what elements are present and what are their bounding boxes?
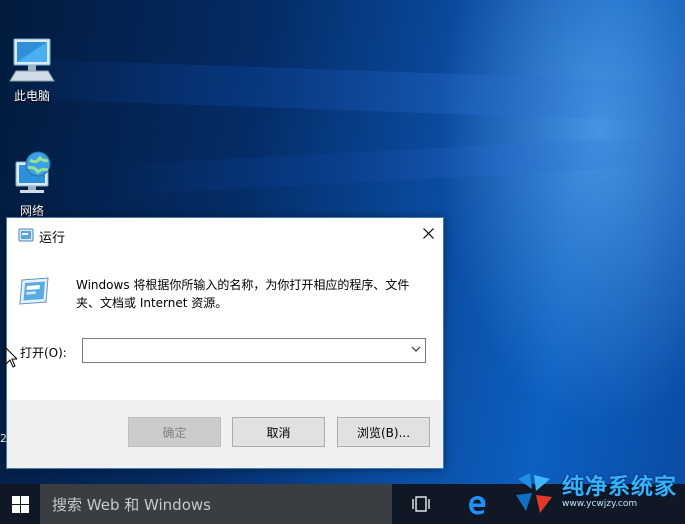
browse-button[interactable]: 浏览(B)... bbox=[337, 417, 430, 447]
search-placeholder: 搜索 Web 和 Windows bbox=[52, 495, 211, 514]
edge-browser-icon bbox=[469, 496, 486, 515]
computer-icon bbox=[9, 38, 55, 82]
ok-button[interactable]: 确定 bbox=[128, 417, 221, 447]
open-label: 打开(O): bbox=[20, 346, 67, 360]
watermark: 纯净系统家 www.ycwjzy.com bbox=[508, 465, 685, 524]
run-dialog: 运行 Windows 将根据你所输入的名称，为你打开相应的程序、文件夹、文档或 … bbox=[6, 217, 444, 469]
edge-taskbar-button[interactable] bbox=[460, 484, 494, 524]
dialog-title: 运行 bbox=[39, 231, 66, 246]
dialog-description: Windows 将根据你所输入的名称，为你打开相应的程序、文件夹、文档或 Int… bbox=[76, 278, 410, 310]
run-app-icon bbox=[18, 228, 34, 242]
taskbar-search-box[interactable]: 搜索 Web 和 Windows bbox=[40, 484, 392, 524]
chevron-down-icon[interactable] bbox=[411, 345, 421, 353]
desktop-icon-this-pc[interactable]: 此电脑 bbox=[0, 35, 64, 104]
open-combobox[interactable] bbox=[82, 338, 426, 363]
mouse-cursor-icon bbox=[5, 347, 17, 368]
run-app-icon bbox=[19, 277, 49, 305]
windows-start-icon bbox=[11, 495, 29, 513]
task-view-button[interactable] bbox=[404, 484, 438, 524]
watermark-title: 纯净系统家 bbox=[562, 475, 678, 500]
desktop-icon-network[interactable]: 网络 bbox=[0, 150, 64, 219]
task-view-icon bbox=[412, 496, 430, 512]
wallpaper-beam bbox=[0, 58, 685, 122]
desktop-icon-label: 此电脑 bbox=[13, 89, 50, 103]
start-button[interactable] bbox=[0, 484, 40, 524]
network-globe-icon bbox=[15, 151, 51, 193]
watermark-logo-icon bbox=[516, 473, 552, 513]
wallpaper-beam bbox=[120, 135, 685, 195]
dialog-body: Windows 将根据你所输入的名称，为你打开相应的程序、文件夹、文档或 Int… bbox=[7, 250, 443, 400]
close-button[interactable] bbox=[413, 218, 443, 248]
watermark-url: www.ycwjzy.com bbox=[562, 499, 638, 509]
open-input[interactable] bbox=[86, 340, 408, 363]
cancel-button[interactable]: 取消 bbox=[232, 417, 325, 447]
dialog-titlebar[interactable]: 运行 bbox=[7, 218, 443, 250]
close-icon bbox=[422, 227, 434, 239]
dialog-footer: 确定 取消 浏览(B)... bbox=[7, 400, 443, 468]
